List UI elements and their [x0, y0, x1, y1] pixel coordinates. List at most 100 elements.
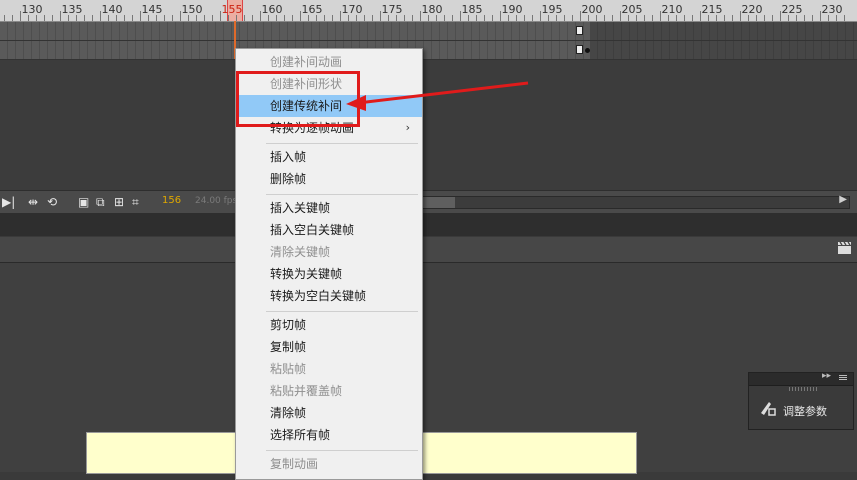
- ruler-tick: [20, 11, 21, 21]
- menu-item-cut-frames[interactable]: 剪切帧: [236, 314, 422, 336]
- ruler-tick: [348, 15, 349, 21]
- ruler-tick: [292, 15, 293, 21]
- onion-skin-icon[interactable]: ▣: [78, 195, 89, 209]
- drag-grip[interactable]: [789, 387, 819, 391]
- menu-item-select-all-frames[interactable]: 选择所有帧: [236, 424, 422, 446]
- menu-item-insert-keyframe[interactable]: 插入关键帧: [236, 197, 422, 219]
- panel-divider: [0, 214, 857, 236]
- center-frame-icon[interactable]: ⇹: [28, 195, 38, 209]
- ruler-tick: [44, 15, 45, 21]
- menu-item-convert-to-blank-keyframe[interactable]: 转换为空白关键帧: [236, 285, 422, 307]
- ruler-label: 170: [341, 3, 363, 16]
- ruler-tick: [652, 15, 653, 21]
- menu-item-insert-frame[interactable]: 插入帧: [236, 146, 422, 168]
- timeline-horizontal-scrollbar[interactable]: ▶: [420, 194, 850, 209]
- last-frame-icon[interactable]: ▶|: [2, 195, 15, 209]
- menu-item-clear-keyframe[interactable]: 清除关键帧: [236, 241, 422, 263]
- adjust-parameters-icon[interactable]: [759, 399, 777, 417]
- clapperboard-icon[interactable]: [837, 241, 853, 255]
- timeline-empty-area: [0, 60, 857, 190]
- menu-item-label: 插入关键帧: [270, 201, 331, 215]
- menu-separator: [266, 311, 418, 312]
- timeline-ruler[interactable]: 130 135 140 145 150 155 160 165 170 175 180 185 190 1…: [0, 0, 857, 22]
- layer-frames-row[interactable]: [0, 22, 857, 41]
- ruler-tick: [364, 15, 365, 21]
- menu-item-copy-frames[interactable]: 复制帧: [236, 336, 422, 358]
- ruler-tick: [724, 15, 725, 21]
- ruler-tick: [332, 15, 333, 21]
- empty-frames[interactable]: [590, 41, 857, 60]
- ruler-tick: [732, 15, 733, 21]
- ruler-tick: [140, 11, 141, 21]
- edit-multiple-frames-icon[interactable]: ⊞: [114, 195, 124, 209]
- ruler-tick: [668, 15, 669, 21]
- ruler-tick: [220, 11, 221, 21]
- ruler-label: 200: [581, 3, 603, 16]
- empty-frames[interactable]: [590, 22, 857, 41]
- frame-cells[interactable]: [0, 22, 590, 41]
- menu-item-paste-and-overwrite-frames[interactable]: 粘贴并覆盖帧: [236, 380, 422, 402]
- collapse-icon[interactable]: ▸▸: [822, 371, 831, 381]
- ruler-tick: [636, 15, 637, 21]
- ruler-tick: [532, 15, 533, 21]
- annotation-highlight-box: [236, 71, 360, 127]
- ruler-tick: [508, 15, 509, 21]
- menu-item-insert-blank-keyframe[interactable]: 插入空白关键帧: [236, 219, 422, 241]
- onion-outline-icon[interactable]: ⧉: [96, 195, 105, 209]
- menu-item-label: 复制帧: [270, 340, 307, 354]
- ruler-tick: [620, 11, 621, 21]
- modify-markers-icon[interactable]: ⌗: [132, 195, 139, 209]
- floating-panel[interactable]: ▸▸ 调整参数: [748, 371, 854, 430]
- menu-item-paste-frames[interactable]: 粘贴帧: [236, 358, 422, 380]
- scroll-right-arrow-icon[interactable]: ▶: [839, 194, 847, 205]
- ruler-tick: [36, 15, 37, 21]
- ruler-label: 165: [301, 3, 323, 16]
- ruler-tick: [844, 15, 845, 21]
- ruler-tick: [124, 15, 125, 21]
- loop-icon[interactable]: ⟲: [47, 195, 57, 209]
- keyframe-end-marker: [576, 45, 583, 54]
- ruler-tick: [580, 11, 581, 21]
- menu-item-label: 选择所有帧: [270, 428, 331, 442]
- menu-item-clear-frames[interactable]: 清除帧: [236, 402, 422, 424]
- menu-item-delete-frame[interactable]: 删除帧: [236, 168, 422, 190]
- ruler-tick: [684, 15, 685, 21]
- ruler-tick: [468, 15, 469, 21]
- ruler-tick: [28, 15, 29, 21]
- ruler-tick: [828, 15, 829, 21]
- adjust-parameters-label[interactable]: 调整参数: [783, 403, 827, 419]
- ruler-tick: [276, 15, 277, 21]
- ruler-tick: [52, 15, 53, 21]
- menu-item-label: 清除关键帧: [270, 245, 331, 259]
- ruler-tick: [372, 15, 373, 21]
- ruler-tick: [284, 15, 285, 21]
- ruler-tick: [404, 15, 405, 21]
- menu-separator: [266, 450, 418, 451]
- ruler-tick: [628, 15, 629, 21]
- ruler-tick: [212, 15, 213, 21]
- scrollbar-thumb[interactable]: [421, 197, 455, 208]
- ruler-tick: [4, 15, 5, 21]
- ruler-tick: [68, 15, 69, 21]
- ruler-tick: [428, 15, 429, 21]
- ruler-tick: [180, 11, 181, 21]
- panel-menu-icon[interactable]: [839, 375, 847, 381]
- ruler-label: 215: [701, 3, 723, 16]
- floating-panel-header[interactable]: ▸▸: [749, 371, 853, 386]
- ruler-tick: [588, 15, 589, 21]
- ruler-label: 205: [621, 3, 643, 16]
- layer-frames-row[interactable]: [0, 41, 857, 60]
- ruler-tick: [764, 15, 765, 21]
- current-frame-counter[interactable]: 156: [162, 195, 181, 206]
- menu-item-create-motion-tween[interactable]: 创建补间动画: [236, 51, 422, 73]
- ruler-tick: [484, 15, 485, 21]
- ruler-tick: [740, 11, 741, 21]
- ruler-tick: [476, 15, 477, 21]
- ruler-tick: [380, 11, 381, 21]
- ruler-tick: [356, 15, 357, 21]
- menu-item-convert-to-keyframe[interactable]: 转换为关键帧: [236, 263, 422, 285]
- ruler-tick: [548, 15, 549, 21]
- ruler-label: 190: [501, 3, 523, 16]
- frame-rate-display[interactable]: 24.00 fps: [195, 196, 237, 206]
- ruler-tick: [756, 15, 757, 21]
